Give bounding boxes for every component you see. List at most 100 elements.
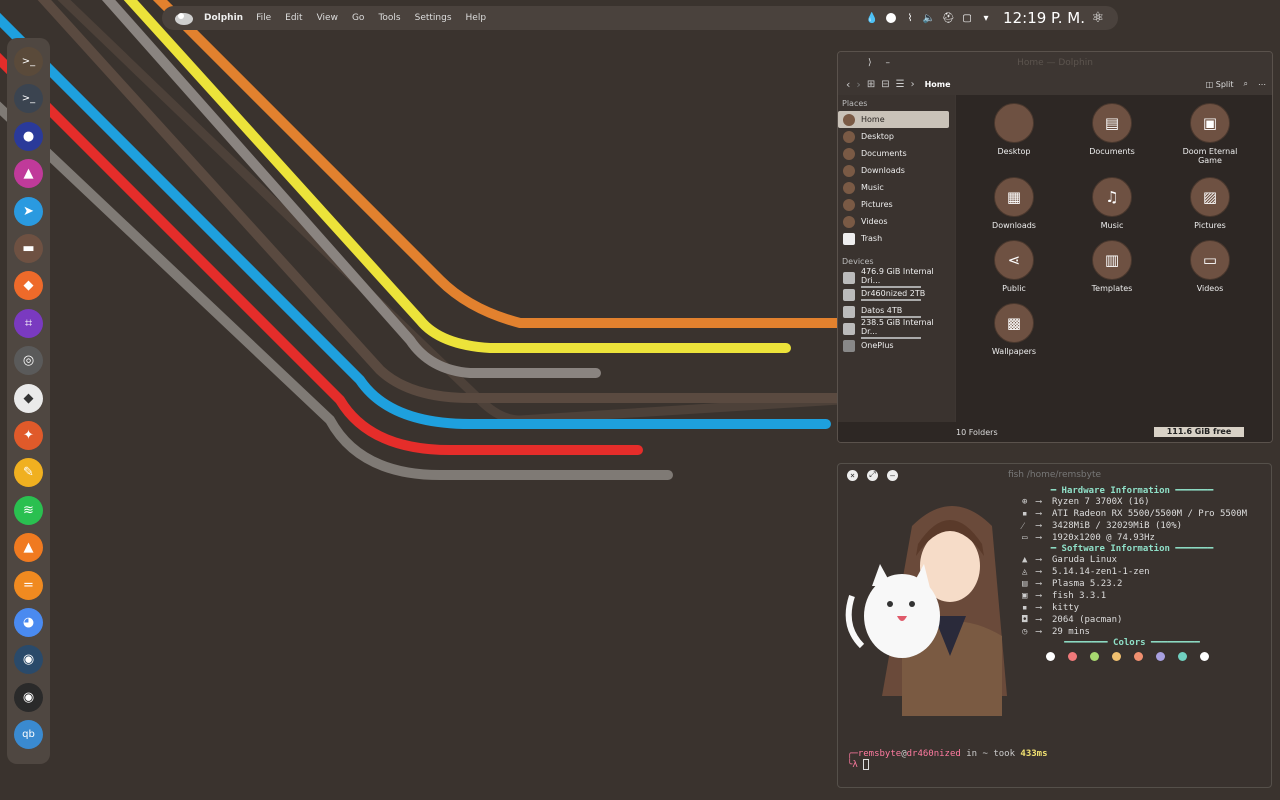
- dolphin-window: ⟩ – Home — Dolphin ‹ › ⊞ ⊟ ☰ › Home ◫ Sp…: [837, 51, 1273, 443]
- clip-icon[interactable]: ⌇: [904, 12, 916, 24]
- folder-item[interactable]: ▤ Documents: [1072, 103, 1152, 156]
- firefox-app-icon[interactable]: ●: [14, 121, 43, 151]
- folder-item[interactable]: ▣ Doom Eternal Game: [1170, 103, 1250, 165]
- chevron-right-icon: ›: [910, 78, 915, 90]
- konsole-app-icon[interactable]: >_: [14, 84, 43, 114]
- menu-icon[interactable]: ⋯: [1258, 80, 1266, 89]
- folder-item[interactable]: ▨ Pictures: [1170, 177, 1250, 230]
- store-app-icon[interactable]: ◆: [14, 271, 43, 301]
- folder-icon: ▣: [1190, 103, 1230, 143]
- folder-item[interactable]: Desktop: [974, 103, 1054, 156]
- forward-icon[interactable]: ›: [856, 78, 860, 91]
- menu-settings[interactable]: Settings: [415, 13, 452, 23]
- folder-icon: ▦: [994, 177, 1034, 217]
- night-mode-icon[interactable]: [885, 12, 897, 24]
- menu-go[interactable]: Go: [352, 13, 364, 23]
- back-icon[interactable]: ‹: [846, 78, 850, 91]
- split-button[interactable]: ◫ Split: [1206, 80, 1234, 89]
- device-label: OnePlus: [861, 341, 894, 350]
- place-pictures[interactable]: Pictures: [838, 196, 949, 213]
- place-label: Downloads: [861, 166, 905, 175]
- device-item[interactable]: OnePlus: [838, 337, 949, 354]
- folder-label: Music: [1100, 221, 1124, 230]
- status-bar: 10 Folders 111.6 GiB free: [838, 422, 1272, 442]
- details-view-icon[interactable]: ☰: [896, 79, 905, 90]
- resolution-value: 1920x1200 @ 74.93Hz: [1052, 533, 1155, 543]
- device-label: 476.9 GiB Internal Dri...: [861, 267, 934, 285]
- steering-app-icon[interactable]: ◎: [14, 346, 43, 376]
- usage-bar: [861, 298, 921, 301]
- volume-icon[interactable]: 🔈: [923, 12, 935, 24]
- kernel-value: 5.14.14-zen1-1-zen: [1052, 567, 1150, 577]
- inkscape-app-icon[interactable]: ◆: [14, 383, 43, 413]
- notes-app-icon[interactable]: ▬: [14, 234, 43, 263]
- menu-help[interactable]: Help: [466, 13, 487, 23]
- telegram-app-icon[interactable]: ➤: [14, 196, 43, 226]
- device-item[interactable]: 476.9 GiB Internal Dri...: [838, 267, 949, 288]
- place-trash[interactable]: Trash: [838, 230, 949, 247]
- icons-view-icon[interactable]: ⊞: [867, 79, 875, 90]
- device-item[interactable]: 238.5 GiB Internal Dr...: [838, 318, 949, 339]
- place-music[interactable]: Music: [838, 179, 949, 196]
- documents-folder-icon: [843, 147, 855, 160]
- cpu-icon: ⊕: [1022, 497, 1028, 507]
- compact-view-icon[interactable]: ⊟: [881, 79, 889, 90]
- drop-icon[interactable]: 💧: [866, 12, 878, 24]
- folder-item[interactable]: ▥ Templates: [1072, 240, 1152, 293]
- atom-icon[interactable]: ⚛: [1092, 10, 1105, 26]
- place-downloads[interactable]: Downloads: [838, 162, 949, 179]
- dolphin-app-icon[interactable]: [174, 9, 194, 27]
- pencil-app-icon[interactable]: ✎: [14, 458, 43, 488]
- display-icon[interactable]: ▢: [961, 12, 973, 24]
- clock[interactable]: 12:19 P. M.: [1003, 9, 1085, 27]
- prompt-host: dr460nized: [906, 749, 961, 759]
- place-desktop[interactable]: Desktop: [838, 128, 949, 145]
- folder-label: Videos: [1196, 284, 1224, 293]
- folder-item[interactable]: ♫ Music: [1072, 177, 1152, 230]
- color-swatch: [1068, 651, 1077, 661]
- gpu-icon: ▪: [1022, 509, 1028, 519]
- menu-tools[interactable]: Tools: [378, 13, 400, 23]
- crop-app-icon[interactable]: ⌗: [14, 308, 43, 338]
- dolphin-titlebar[interactable]: ⟩ – Home — Dolphin: [838, 52, 1272, 74]
- menu-edit[interactable]: Edit: [285, 13, 302, 23]
- menu-file[interactable]: File: [256, 13, 271, 23]
- qbittorrent-app-icon[interactable]: qb: [14, 720, 43, 750]
- device-label: 238.5 GiB Internal Dr...: [861, 318, 934, 336]
- folder-item[interactable]: ▦ Downloads: [974, 177, 1054, 230]
- equals-app-icon[interactable]: =: [14, 570, 43, 600]
- place-label: Music: [861, 183, 884, 192]
- software-header: ━ Software Information ━━━━━━━: [1050, 544, 1214, 554]
- folder-label: Doom Eternal Game: [1182, 147, 1238, 165]
- place-home[interactable]: Home: [838, 111, 949, 128]
- folder-item[interactable]: ⋖ Public: [974, 240, 1054, 293]
- menu-view[interactable]: View: [317, 13, 338, 23]
- terminal-titlebar[interactable]: × ⤢ – fish /home/remsbyte: [838, 464, 1271, 486]
- split-label: Split: [1215, 79, 1234, 89]
- vlc-app-icon[interactable]: ▲: [14, 533, 43, 563]
- terminal-app-icon[interactable]: >_: [14, 47, 43, 76]
- pamac-app-icon[interactable]: ▲: [14, 159, 43, 189]
- obs-app-icon[interactable]: ◉: [14, 682, 43, 712]
- color-swatch: [1090, 651, 1099, 661]
- shell-prompt[interactable]: ╭─remsbyte@dr460nized in ~ took 433ms ╰λ: [847, 749, 1048, 770]
- chevron-down-icon[interactable]: ▾: [980, 12, 992, 24]
- folder-item[interactable]: ▩ Wallpapers: [974, 303, 1054, 356]
- folder-icon: ▭: [1190, 240, 1230, 280]
- breadcrumb[interactable]: Home: [925, 80, 951, 89]
- info-line: ▣ ⟶ fish 3.3.1: [1022, 591, 1107, 601]
- colors-header: ━━━━━━━━ Colors ━━━━━━━━━: [1064, 638, 1200, 648]
- spotify-app-icon[interactable]: ≋: [14, 495, 43, 525]
- discord-app-icon[interactable]: ◕: [14, 608, 43, 637]
- device-item[interactable]: Dr460nized 2TB: [838, 286, 949, 303]
- steam-app-icon[interactable]: ◉: [14, 645, 43, 675]
- place-videos[interactable]: Videos: [838, 213, 949, 230]
- gimp-app-icon[interactable]: ✦: [14, 421, 43, 450]
- folder-label: Wallpapers: [991, 347, 1037, 356]
- memory-value: 3428MiB / 32029MiB (10%): [1052, 521, 1183, 531]
- place-documents[interactable]: Documents: [838, 145, 949, 162]
- search-icon[interactable]: ⌕: [1244, 79, 1248, 89]
- package-icon: ◘: [1022, 615, 1028, 625]
- clipboard-icon[interactable]: ⛑: [942, 12, 955, 24]
- folder-item[interactable]: ▭ Videos: [1170, 240, 1250, 293]
